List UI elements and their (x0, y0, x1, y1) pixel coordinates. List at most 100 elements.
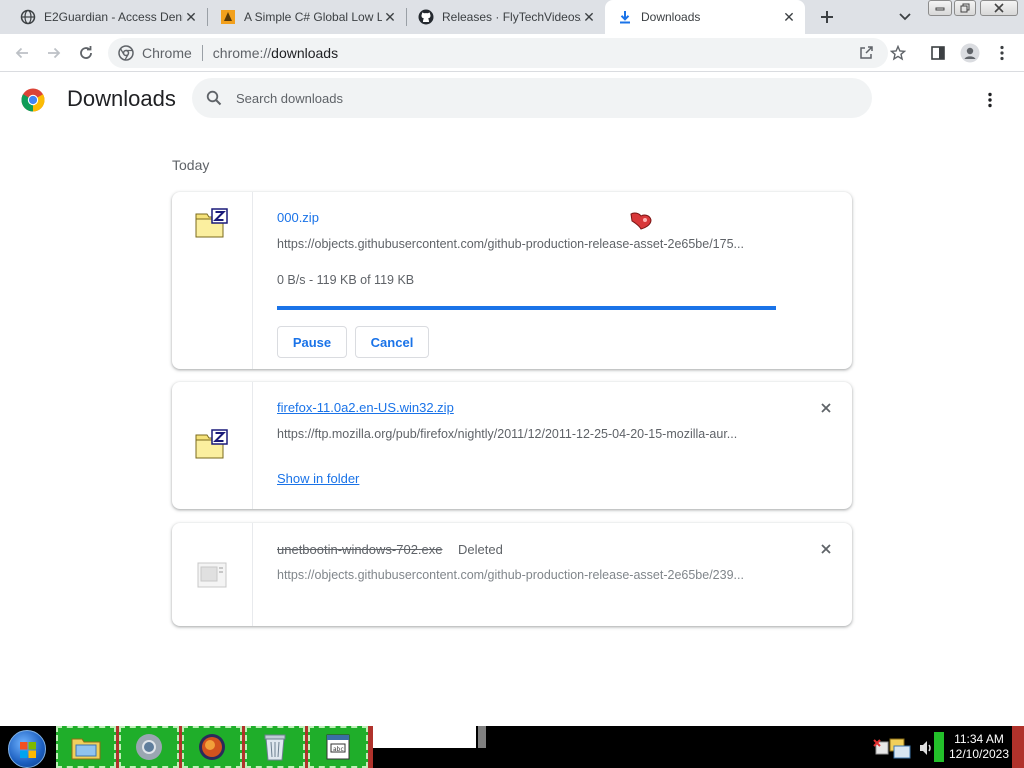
tab-close-icon[interactable]: ✕ (382, 9, 398, 25)
more-vert-icon (988, 92, 992, 108)
url-host: downloads (271, 45, 339, 61)
download-icon (617, 9, 633, 25)
taskbar-clock[interactable]: 11:34 AM 12/10/2023 (946, 732, 1012, 762)
minimize-icon (935, 7, 945, 11)
side-panel-button[interactable] (924, 39, 952, 67)
show-desktop-button[interactable] (1012, 726, 1024, 768)
tab-csharp-hook[interactable]: A Simple C# Global Low Level ✕ (200, 0, 406, 34)
arrow-left-icon (15, 47, 28, 59)
progress-fill (277, 306, 776, 310)
side-panel-icon (931, 46, 945, 60)
download-status-text: 0 B/s - 119 KB of 119 KB (277, 273, 415, 287)
chrome-site-icon (118, 45, 134, 61)
tab-github-releases[interactable]: Releases · FlyTechVideos/ ✕ (398, 0, 605, 34)
download-file-name: unetbootin-windows-702.exe (277, 542, 443, 557)
date-section-header: Today (172, 157, 210, 173)
mouse-cursor-icon (630, 212, 652, 230)
taskbar-recycle-bin[interactable] (245, 726, 305, 768)
back-button[interactable] (8, 39, 36, 67)
restore-button[interactable] (954, 0, 976, 16)
profile-button[interactable] (956, 39, 984, 67)
star-icon (890, 45, 906, 61)
taskbar-window[interactable]: abc (308, 726, 368, 768)
minimize-button[interactable] (928, 0, 952, 16)
tab-search-button[interactable] (893, 6, 917, 28)
page-title: Downloads (67, 86, 176, 111)
taskbar-grip[interactable] (478, 726, 486, 748)
zip-file-icon (195, 429, 228, 459)
windows-logo-icon (20, 742, 36, 758)
search-downloads-input[interactable] (236, 90, 836, 106)
tab-title: A Simple C# Global Low Level (244, 10, 382, 24)
download-progress-bar (277, 306, 776, 310)
recycle-bin-icon (264, 734, 286, 761)
windows-taskbar: abc 11:34 AM 12/10/2023 (0, 726, 1024, 768)
address-bar[interactable]: Chrome chrome://downloads (108, 38, 888, 68)
tab-downloads[interactable]: Downloads ✕ (605, 0, 805, 34)
download-source-url: https://objects.githubusercontent.com/gi… (277, 568, 744, 582)
taskbar-explorer[interactable] (56, 726, 116, 768)
globe-icon (20, 9, 36, 25)
new-tab-button[interactable] (815, 5, 839, 29)
site-chip-label: Chrome (142, 45, 192, 61)
more-vert-icon (1000, 45, 1004, 61)
start-button[interactable] (8, 730, 46, 768)
deleted-status-tag: Deleted (458, 542, 503, 557)
tab-title: Releases · FlyTechVideos/ (442, 10, 581, 24)
restore-icon (960, 3, 970, 13)
remove-from-list-button[interactable] (817, 540, 835, 558)
tab-title: Downloads (641, 10, 701, 24)
notepad-window-icon: abc (326, 734, 350, 760)
zip-file-icon (195, 208, 228, 238)
close-icon (994, 3, 1004, 13)
chevron-down-icon (899, 13, 911, 21)
show-in-folder-link[interactable]: Show in folder (277, 471, 359, 486)
share-icon (860, 46, 873, 59)
taskbar-blank-region (373, 726, 476, 748)
downloads-toolbar: Downloads (0, 72, 1024, 128)
url-scheme: chrome:// (212, 45, 272, 61)
site-favicon (220, 9, 236, 25)
bookmark-button[interactable] (884, 39, 912, 67)
download-item-unetbootin-exe: unetbootin-windows-702.exe Deleted https… (172, 523, 852, 626)
avatar-icon (960, 43, 980, 63)
tab-title: E2Guardian - Access Denied (44, 10, 183, 24)
taskbar-chrome[interactable] (119, 726, 179, 768)
download-file-link[interactable]: firefox-11.0a2.en-US.win32.zip (277, 400, 454, 415)
arrow-right-icon (48, 47, 61, 59)
tab-close-icon[interactable]: ✕ (781, 9, 797, 25)
download-item-000-zip: 000.zip https://objects.githubuserconten… (172, 192, 852, 369)
explorer-icon (71, 738, 101, 760)
download-source-url[interactable]: https://ftp.mozilla.org/pub/firefox/nigh… (277, 427, 777, 441)
omnibox-divider (201, 45, 203, 61)
remove-from-list-button[interactable] (817, 399, 835, 417)
forward-button[interactable] (40, 39, 68, 67)
clock-date: 12/10/2023 (948, 747, 1010, 761)
svg-text:abc: abc (333, 746, 344, 753)
search-icon (204, 88, 224, 108)
plus-icon (821, 11, 833, 23)
reload-button[interactable] (72, 39, 100, 67)
chrome-menu-button[interactable] (988, 39, 1016, 67)
taskbar-firefox[interactable] (182, 726, 242, 768)
firefox-icon (199, 734, 225, 760)
volume-icon[interactable] (918, 736, 934, 760)
chrome-icon (136, 734, 162, 760)
tab-close-icon[interactable]: ✕ (581, 9, 597, 25)
chrome-logo-icon (21, 88, 45, 112)
tab-close-icon[interactable]: ✕ (183, 9, 199, 25)
search-bar[interactable] (192, 78, 872, 118)
download-item-firefox-zip: firefox-11.0a2.en-US.win32.zip https://f… (172, 382, 852, 509)
pause-button[interactable]: Pause (277, 326, 347, 358)
tray-network-icon[interactable] (872, 736, 916, 760)
close-icon (821, 544, 831, 554)
download-file-link[interactable]: 000.zip (277, 210, 319, 225)
tray-indicator (934, 732, 944, 762)
tab-e2guardian[interactable]: E2Guardian - Access Denied ✕ (0, 0, 207, 34)
cancel-button[interactable]: Cancel (355, 326, 429, 358)
download-source-url[interactable]: https://objects.githubusercontent.com/gi… (277, 237, 777, 251)
downloads-menu-button[interactable] (978, 88, 1002, 112)
close-window-button[interactable] (980, 0, 1018, 16)
clock-time: 11:34 AM (954, 732, 1004, 746)
share-button[interactable] (852, 39, 880, 67)
